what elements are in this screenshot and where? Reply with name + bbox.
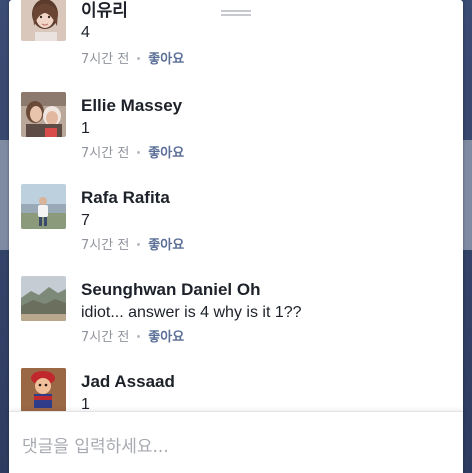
comment-text: 7	[81, 212, 90, 229]
comments-sheet: 이유리 4 7시간 전좋아요 Ellie Massey 1 7시간 전좋아요	[9, 0, 463, 473]
avatar[interactable]	[21, 368, 66, 413]
like-button[interactable]: 좋아요	[148, 52, 184, 67]
separator-dot-icon	[137, 243, 141, 246]
comment-text: 4	[81, 24, 90, 41]
avatar[interactable]	[21, 92, 66, 137]
comment-time: 7시간 전	[81, 330, 130, 345]
comment-text: 1	[81, 120, 90, 137]
separator-dot-icon	[137, 57, 141, 60]
comment-item: 이유리 4 7시간 전 좋아요	[21, 0, 451, 76]
comment-item: Rafa Rafita 7 7시간 전 좋아요	[21, 184, 451, 264]
comment-author[interactable]: Seunghwan Daniel Oh	[81, 280, 260, 300]
comment-author[interactable]: Jad Assaad	[81, 372, 175, 392]
like-button[interactable]: 좋아요	[148, 146, 184, 161]
comment-item: Seunghwan Daniel Oh idiot... answer is 4…	[21, 276, 451, 356]
background-right-edge	[463, 0, 472, 473]
comment-meta: 7시간 전 좋아요	[81, 48, 184, 67]
comment-text: idiot... answer is 4 why is it 1??	[81, 304, 302, 321]
comment-time: 7시간 전	[81, 146, 130, 161]
like-button[interactable]: 좋아요	[148, 238, 184, 253]
comment-item: Ellie Massey 1 7시간 전 좋아요	[21, 92, 451, 172]
comment-author[interactable]: Ellie Massey	[81, 96, 182, 116]
comment-input[interactable]: 댓글을 입력하세요...	[22, 432, 169, 457]
comment-meta: 7시간 전 좋아요	[81, 326, 184, 345]
comment-meta: 7시간 전 좋아요	[81, 142, 184, 161]
like-button[interactable]: 좋아요	[148, 330, 184, 345]
avatar[interactable]	[21, 0, 66, 41]
avatar[interactable]	[21, 184, 66, 229]
comment-author[interactable]: 이유리	[81, 0, 128, 21]
comment-author[interactable]: Rafa Rafita	[81, 188, 170, 208]
background-left-edge	[0, 0, 9, 473]
separator-dot-icon	[137, 335, 141, 338]
separator-dot-icon	[137, 151, 141, 154]
comment-time: 7시간 전	[81, 52, 130, 67]
comment-composer: 댓글을 입력하세요...	[9, 411, 463, 473]
comment-time: 7시간 전	[81, 238, 130, 253]
comment-meta: 7시간 전 좋아요	[81, 234, 184, 253]
avatar[interactable]	[21, 276, 66, 321]
